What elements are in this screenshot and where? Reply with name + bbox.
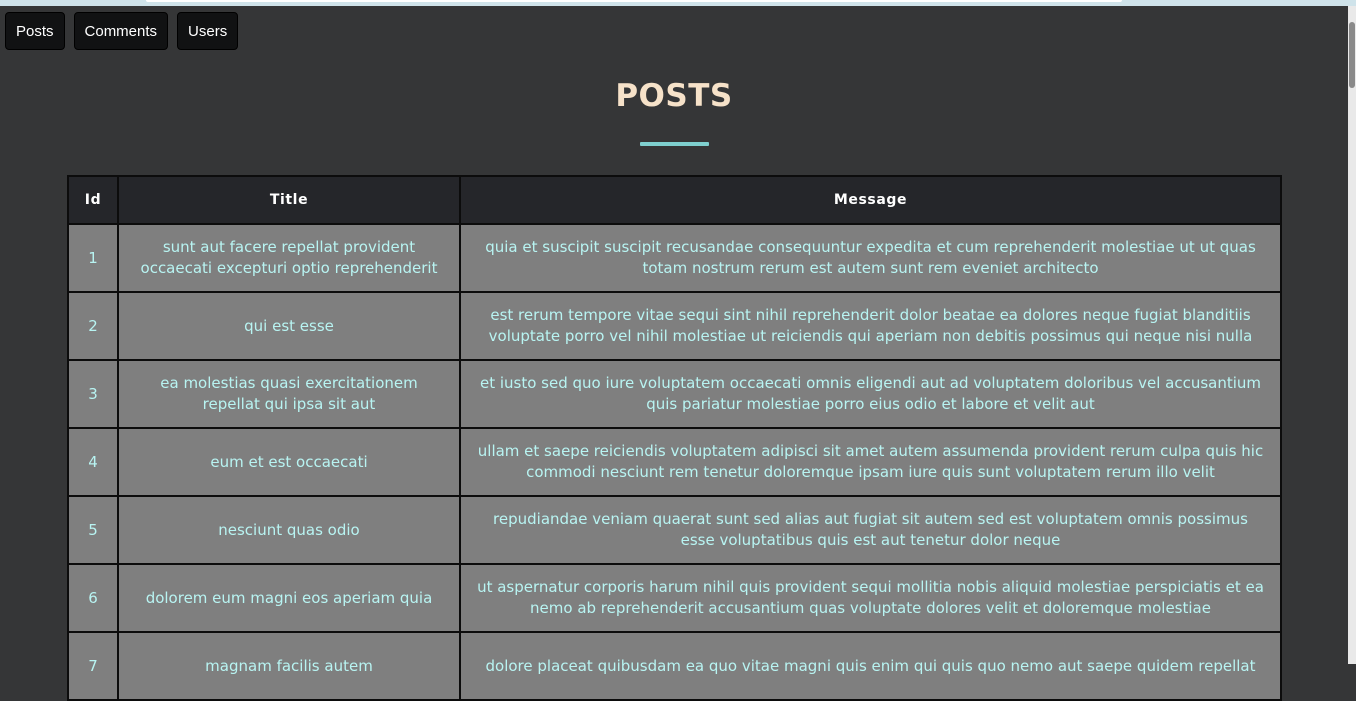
table-row: 4 eum et est occaecati ullam et saepe re…: [67, 427, 1282, 497]
cell-message: ullam et saepe reiciendis voluptatem adi…: [459, 427, 1282, 497]
cell-title: ea molestias quasi exercitationem repell…: [117, 359, 461, 429]
title-underline: [640, 142, 709, 146]
cell-message: ut aspernatur corporis harum nihil quis …: [459, 563, 1282, 633]
header-title: Title: [117, 175, 461, 225]
cell-title: nesciunt quas odio: [117, 495, 461, 565]
cell-title: dolorem eum magni eos aperiam quia: [117, 563, 461, 633]
table-row: 2 qui est esse est rerum tempore vitae s…: [67, 291, 1282, 361]
table-row: 5 nesciunt quas odio repudiandae veniam …: [67, 495, 1282, 565]
cell-message: et iusto sed quo iure voluptatem occaeca…: [459, 359, 1282, 429]
table-row: 1 sunt aut facere repellat provident occ…: [67, 223, 1282, 293]
table-row: 7 magnam facilis autem dolore placeat qu…: [67, 631, 1282, 701]
cell-title: qui est esse: [117, 291, 461, 361]
cell-title: sunt aut facere repellat provident occae…: [117, 223, 461, 293]
table-row: 6 dolorem eum magni eos aperiam quia ut …: [67, 563, 1282, 633]
header-id: Id: [67, 175, 119, 225]
browser-top-strip: [0, 0, 1356, 6]
nav-posts-button[interactable]: Posts: [5, 12, 65, 50]
nav-comments-button[interactable]: Comments: [73, 12, 169, 50]
posts-table: Id Title Message 1 sunt aut facere repel…: [67, 175, 1282, 701]
table-row: 3 ea molestias quasi exercitationem repe…: [67, 359, 1282, 429]
cell-id: 6: [67, 563, 119, 633]
cell-id: 5: [67, 495, 119, 565]
browser-address-edge: [146, 0, 1122, 2]
header-message: Message: [459, 175, 1282, 225]
cell-message: dolore placeat quibusdam ea quo vitae ma…: [459, 631, 1282, 701]
top-nav: Posts Comments Users: [5, 12, 239, 50]
cell-message: repudiandae veniam quaerat sunt sed alia…: [459, 495, 1282, 565]
cell-message: quia et suscipit suscipit recusandae con…: [459, 223, 1282, 293]
table-header-row: Id Title Message: [67, 175, 1282, 225]
cell-title: eum et est occaecati: [117, 427, 461, 497]
cell-id: 1: [67, 223, 119, 293]
cell-id: 7: [67, 631, 119, 701]
nav-users-button[interactable]: Users: [177, 12, 239, 50]
page-scrollbar[interactable]: [1348, 6, 1356, 664]
cell-id: 2: [67, 291, 119, 361]
cell-title: magnam facilis autem: [117, 631, 461, 701]
cell-id: 4: [67, 427, 119, 497]
scrollbar-thumb[interactable]: [1349, 22, 1355, 88]
cell-message: est rerum tempore vitae sequi sint nihil…: [459, 291, 1282, 361]
cell-id: 3: [67, 359, 119, 429]
page-title: POSTS: [615, 78, 733, 114]
